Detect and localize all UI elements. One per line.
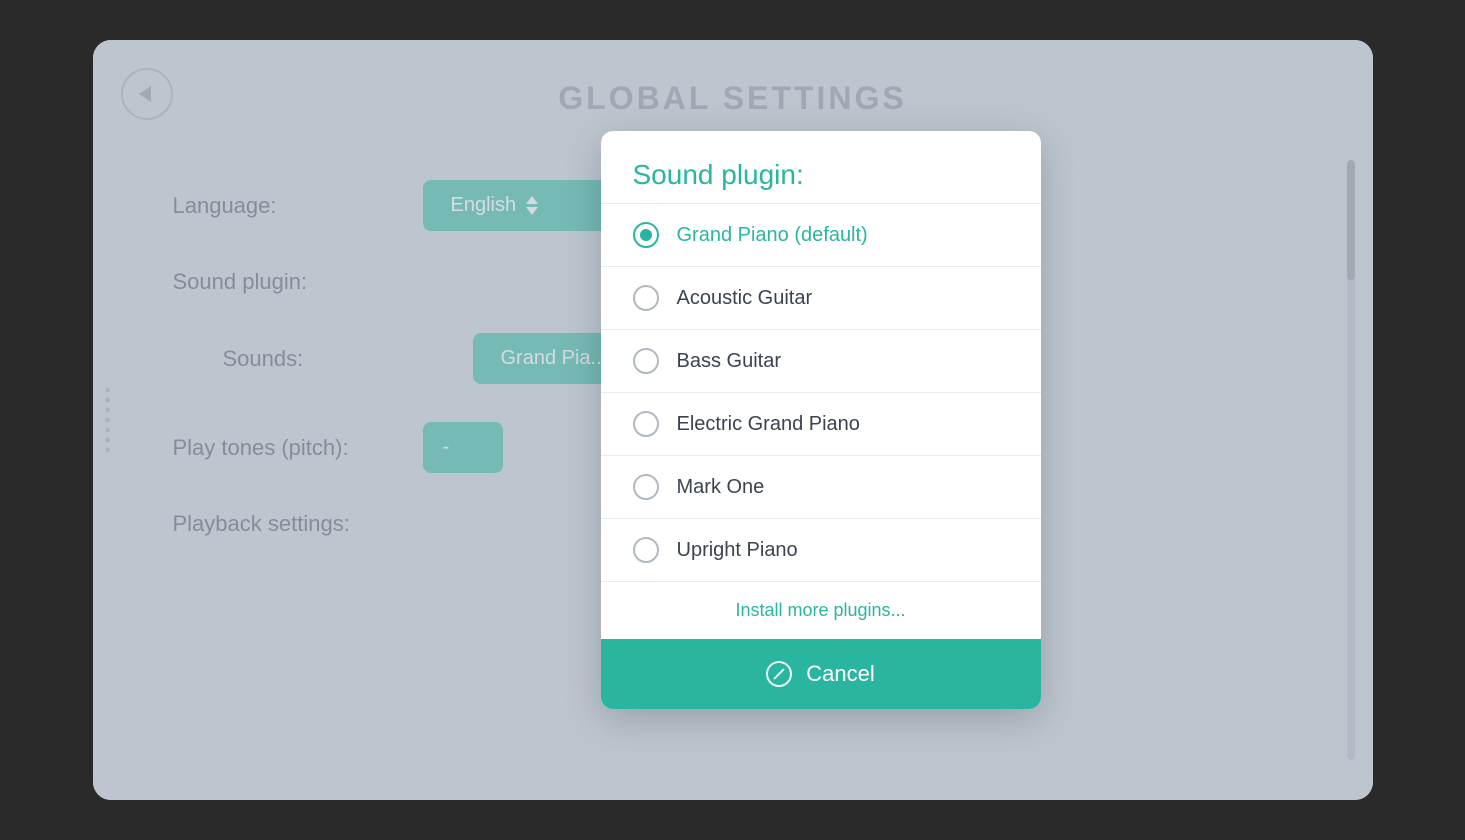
radio-grand-piano [633, 222, 659, 248]
radio-electric-grand-piano [633, 411, 659, 437]
radio-upright-piano [633, 537, 659, 563]
cancel-button[interactable]: Cancel [601, 639, 1041, 709]
option-item-grand-piano[interactable]: Grand Piano (default) [601, 203, 1041, 266]
modal-options: Grand Piano (default) Acoustic Guitar Bass… [601, 203, 1041, 581]
option-item-acoustic-guitar[interactable]: Acoustic Guitar [601, 266, 1041, 329]
radio-bass-guitar [633, 348, 659, 374]
option-label-electric-grand-piano: Electric Grand Piano [677, 413, 860, 436]
option-item-electric-grand-piano[interactable]: Electric Grand Piano [601, 392, 1041, 455]
modal-title: Sound plugin: [601, 131, 1041, 203]
option-label-grand-piano: Grand Piano (default) [677, 224, 868, 247]
radio-inner-grand-piano [640, 229, 652, 241]
option-label-acoustic-guitar: Acoustic Guitar [677, 287, 813, 310]
option-item-bass-guitar[interactable]: Bass Guitar [601, 329, 1041, 392]
radio-mark-one [633, 474, 659, 500]
sound-plugin-modal: Sound plugin: Grand Piano (default) Acous… [601, 131, 1041, 709]
cancel-label: Cancel [806, 661, 874, 687]
option-label-upright-piano: Upright Piano [677, 539, 798, 562]
option-item-upright-piano[interactable]: Upright Piano [601, 518, 1041, 581]
cancel-icon [766, 661, 792, 687]
option-item-mark-one[interactable]: Mark One [601, 455, 1041, 518]
cancel-slash [774, 668, 785, 679]
install-more-link[interactable]: Install more plugins... [601, 581, 1041, 639]
radio-acoustic-guitar [633, 285, 659, 311]
option-label-mark-one: Mark One [677, 476, 765, 499]
device-frame: GLOBAL SETTINGS Language: English [93, 40, 1373, 800]
option-label-bass-guitar: Bass Guitar [677, 350, 781, 373]
